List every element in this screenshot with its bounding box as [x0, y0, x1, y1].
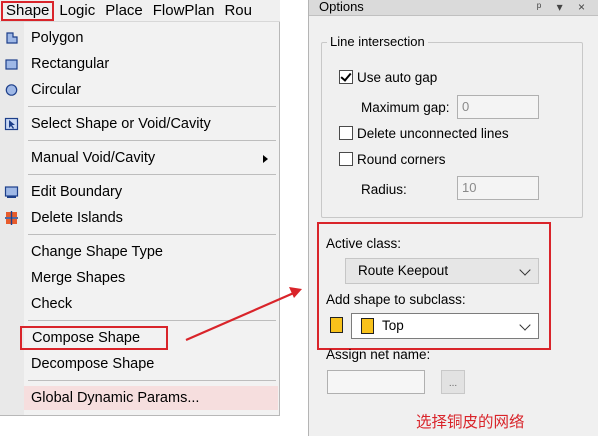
- options-title: Options: [319, 0, 364, 14]
- subclass-value: Top: [382, 318, 404, 333]
- options-title-bar: Options ᵖ ▾ ×: [309, 0, 598, 16]
- subclass-color-icon: [361, 318, 374, 334]
- assign-net-label: Assign net name:: [326, 347, 431, 362]
- subclass-color-swatch[interactable]: [330, 317, 343, 333]
- active-class-value: Route Keepout: [358, 263, 449, 278]
- maximum-gap-field[interactable]: 0: [457, 95, 539, 119]
- subclass-dropdown[interactable]: Top: [351, 313, 539, 339]
- subclass-label: Add shape to subclass:: [326, 292, 466, 307]
- delete-unconnected-checkbox[interactable]: [339, 126, 353, 140]
- radius-label: Radius:: [361, 182, 407, 197]
- assign-net-browse-button[interactable]: ...: [441, 370, 465, 394]
- chevron-down-icon: [519, 264, 531, 276]
- round-corners-label: Round corners: [357, 152, 446, 167]
- round-corners-checkbox[interactable]: [339, 152, 353, 166]
- assign-net-field[interactable]: [327, 370, 425, 394]
- radius-field[interactable]: 10: [457, 176, 539, 200]
- options-panel: Options ᵖ ▾ × Line intersection Use auto…: [308, 0, 598, 436]
- arrow-to-subclass: [185, 290, 297, 342]
- use-auto-gap-label: Use auto gap: [357, 70, 438, 85]
- delete-unconnected-label: Delete unconnected lines: [357, 126, 509, 141]
- line-intersection-legend: Line intersection: [327, 34, 428, 49]
- maximum-gap-label: Maximum gap:: [361, 100, 450, 115]
- active-class-dropdown[interactable]: Route Keepout: [345, 258, 539, 284]
- use-auto-gap-checkbox[interactable]: [339, 70, 353, 84]
- chevron-down-icon: [519, 319, 531, 331]
- arrow-head-icon: [289, 287, 302, 298]
- annotation-text: 选择铜皮的网络: [416, 413, 525, 431]
- checkmark-icon: [340, 70, 352, 82]
- active-class-label: Active class:: [326, 236, 402, 251]
- panel-controls-icon[interactable]: ᵖ ▾ ×: [537, 0, 591, 14]
